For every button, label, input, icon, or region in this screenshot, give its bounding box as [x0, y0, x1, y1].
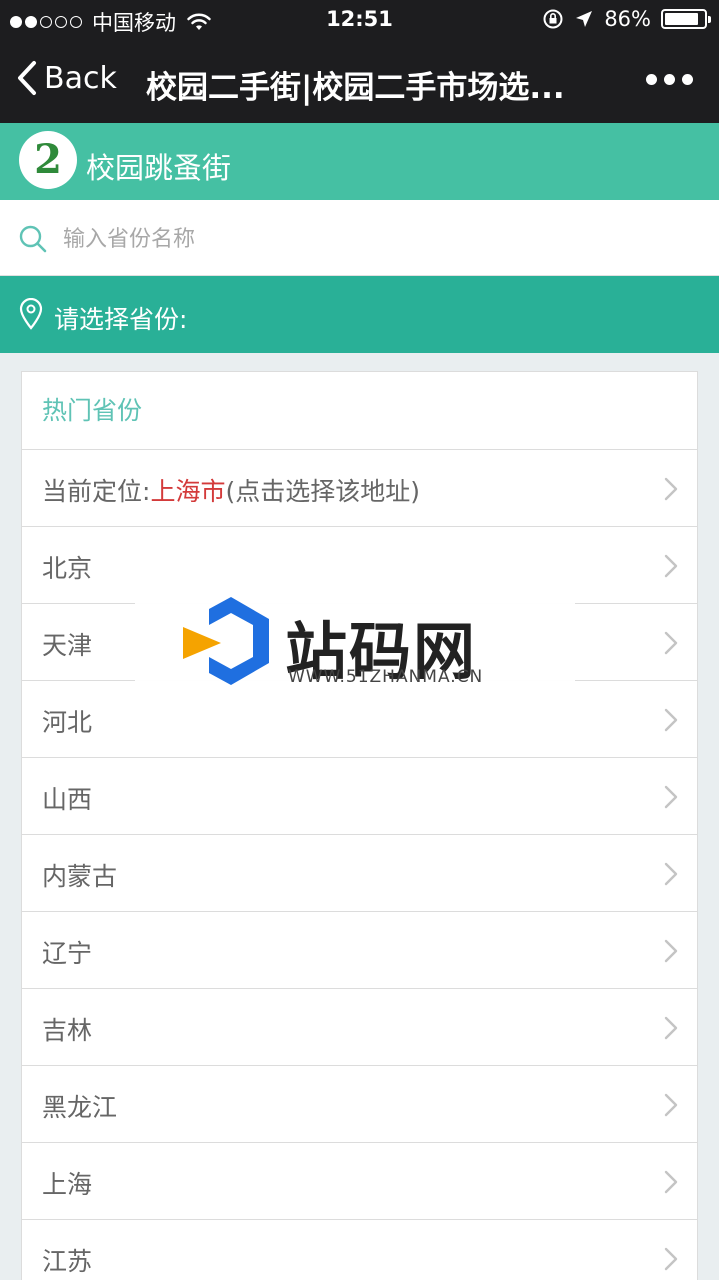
watermark-logo-icon [183, 597, 269, 685]
province-name: 辽宁 [42, 939, 93, 968]
province-item[interactable]: 江苏 [22, 1220, 697, 1280]
province-name: 天津 [42, 631, 93, 660]
province-item[interactable]: 辽宁 [22, 912, 697, 989]
more-dots-icon[interactable] [646, 74, 693, 85]
battery-percent: 86% [604, 7, 651, 31]
province-item[interactable]: 山西 [22, 758, 697, 835]
search-icon [19, 225, 47, 253]
chevron-right-icon [664, 1247, 678, 1271]
province-name: 北京 [42, 554, 93, 583]
province-item[interactable]: 吉林 [22, 989, 697, 1066]
chevron-right-icon [664, 785, 678, 809]
battery-icon [661, 9, 711, 29]
chevron-right-icon [664, 1093, 678, 1117]
app-logo: 2 [19, 131, 77, 189]
chevron-right-icon [664, 1170, 678, 1194]
search-input[interactable] [63, 220, 683, 258]
province-name: 上海 [42, 1170, 93, 1199]
chevron-right-icon [664, 554, 678, 578]
province-item[interactable]: 内蒙古 [22, 835, 697, 912]
status-bar: 中国移动 12:51 86% [0, 0, 719, 40]
province-item[interactable]: 上海 [22, 1143, 697, 1220]
province-name: 黑龙江 [42, 1093, 118, 1122]
current-location-prefix: 当前定位: [42, 477, 151, 506]
current-location-text: 当前定位:上海市(点击选择该地址) [42, 472, 420, 508]
rotation-lock-icon [543, 9, 563, 29]
watermark-url: WWW.51ZHANMA.CN [288, 667, 484, 687]
select-province-bar: 请选择省份: [0, 276, 719, 353]
chevron-right-icon [664, 631, 678, 655]
chevron-right-icon [664, 862, 678, 886]
back-label: Back [44, 60, 117, 96]
back-button[interactable]: Back [16, 60, 117, 96]
chevron-right-icon [664, 1016, 678, 1040]
app-name: 校园跳蚤街 [86, 151, 232, 185]
province-list: 热门省份 当前定位:上海市(点击选择该地址) 北京天津河北山西内蒙古辽宁吉林黑龙… [21, 371, 698, 1280]
province-name: 吉林 [42, 1016, 93, 1045]
battery-fill [665, 13, 698, 25]
chevron-right-icon [664, 708, 678, 732]
province-name: 内蒙古 [42, 862, 118, 891]
watermark: 站码网 WWW.51ZHANMA.CN [135, 567, 575, 700]
select-province-label: 请选择省份: [54, 305, 188, 334]
app-header: 2 校园跳蚤街 [0, 123, 719, 200]
list-header: 热门省份 [22, 372, 697, 450]
current-location-city: 上海市 [150, 477, 226, 506]
page-title: 校园二手街|校园二手市场选... [146, 70, 565, 106]
province-name: 山西 [42, 785, 93, 814]
chevron-left-icon [18, 61, 36, 95]
current-location-item[interactable]: 当前定位:上海市(点击选择该地址) [22, 450, 697, 527]
current-location-suffix: (点击选择该地址) [225, 477, 420, 506]
location-pin-icon [19, 298, 43, 330]
province-name: 江苏 [42, 1247, 93, 1276]
province-item[interactable]: 黑龙江 [22, 1066, 697, 1143]
nav-bar: Back 校园二手街|校园二手市场选... [0, 40, 719, 123]
province-name: 河北 [42, 708, 93, 737]
app-logo-mark: 2 [34, 136, 62, 183]
chevron-right-icon [664, 477, 678, 501]
status-right: 86% [542, 7, 711, 31]
chevron-right-icon [664, 939, 678, 963]
search-bar [0, 200, 719, 276]
location-arrow-icon [576, 11, 593, 27]
